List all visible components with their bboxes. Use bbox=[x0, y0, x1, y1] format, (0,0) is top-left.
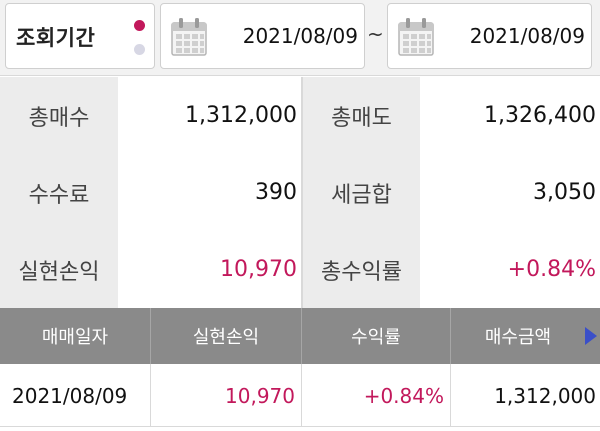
tax-value: 3,050 bbox=[420, 154, 600, 231]
row-return: +0.84% bbox=[363, 383, 444, 408]
page-indicator-active-dot bbox=[134, 20, 145, 31]
column-header-return[interactable]: 수익률 bbox=[302, 308, 450, 364]
column-divider bbox=[301, 77, 303, 308]
total-buy-label: 총매수 bbox=[0, 77, 118, 154]
tax-label: 세금합 bbox=[303, 154, 420, 231]
start-date-value: 2021/08/09 bbox=[242, 24, 358, 48]
end-date-value: 2021/08/09 bbox=[469, 24, 585, 48]
date-range-separator: ~ bbox=[367, 22, 384, 46]
total-return-label: 총수익률 bbox=[303, 231, 420, 308]
history-table-header: 매매일자 실현손익 수익률 매수금액 bbox=[0, 308, 600, 364]
fee-label: 수수료 bbox=[0, 154, 118, 231]
period-label: 조회기간 bbox=[16, 26, 96, 50]
row-realized-pl: 10,970 bbox=[225, 383, 295, 408]
start-date-picker[interactable]: 2021/08/09 bbox=[160, 3, 365, 69]
calendar-icon bbox=[398, 18, 434, 56]
total-sell-label: 총매도 bbox=[303, 77, 420, 154]
end-date-picker[interactable]: 2021/08/09 bbox=[387, 3, 592, 69]
scroll-right-icon[interactable] bbox=[585, 327, 597, 345]
realized-pl-value: 10,970 bbox=[118, 231, 301, 308]
column-header-buy-amount[interactable]: 매수금액 bbox=[451, 308, 585, 364]
column-header-realized-pl[interactable]: 실현손익 bbox=[151, 308, 301, 364]
column-header-trade-date[interactable]: 매매일자 bbox=[0, 308, 150, 364]
calendar-icon bbox=[171, 18, 207, 56]
row-buy-amount: 1,312,000 bbox=[494, 383, 596, 408]
period-selector-bar: 조회기간 2021/08/09 ~ 2021/08/09 bbox=[0, 0, 600, 76]
fee-value: 390 bbox=[118, 154, 301, 231]
realized-pl-label: 실현손익 bbox=[0, 231, 118, 308]
total-buy-value: 1,312,000 bbox=[118, 77, 301, 154]
period-toggle-button[interactable]: 조회기간 bbox=[5, 3, 155, 69]
profit-summary-panel: 총매수 1,312,000 총매도 1,326,400 수수료 390 세금합 … bbox=[0, 77, 600, 308]
page-indicator-inactive-dot bbox=[134, 44, 145, 55]
table-row[interactable]: 2021/08/09 10,970 +0.84% 1,312,000 bbox=[0, 364, 600, 427]
row-trade-date: 2021/08/09 bbox=[12, 383, 128, 408]
total-sell-value: 1,326,400 bbox=[420, 77, 600, 154]
total-return-value: +0.84% bbox=[420, 231, 600, 308]
